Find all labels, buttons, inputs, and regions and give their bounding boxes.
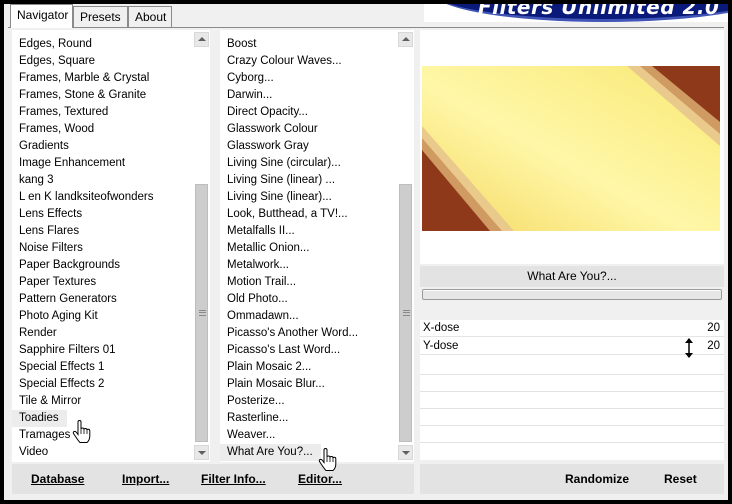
app-banner: Filters Unlimited 2.0 bbox=[424, 4, 728, 22]
category-list-item[interactable]: Sapphire Filters 01 bbox=[12, 342, 194, 359]
filter-list-item[interactable]: Glasswork Colour bbox=[220, 121, 398, 138]
divider bbox=[420, 391, 724, 392]
parameter-panel: X-dose 20 Y-dose 20 bbox=[420, 320, 724, 460]
grip-icon bbox=[199, 310, 206, 316]
category-list-item[interactable]: Lens Effects bbox=[12, 206, 194, 223]
category-list-item[interactable]: Edges, Square bbox=[12, 53, 194, 70]
param-label: X-dose bbox=[423, 322, 460, 334]
category-list-item[interactable]: Tile & Mirror bbox=[12, 393, 194, 410]
filter-list-item[interactable]: Posterize... bbox=[220, 393, 398, 410]
category-list-item[interactable]: Special Effects 2 bbox=[12, 376, 194, 393]
category-list-item[interactable]: Photo Aging Kit bbox=[12, 308, 194, 325]
category-list-item[interactable]: Image Enhancement bbox=[12, 155, 194, 172]
category-scroll-thumb[interactable] bbox=[195, 184, 208, 442]
filters-unlimited-window: Navigator Presets About Filters Unlimite… bbox=[0, 0, 732, 504]
filter-list-item[interactable]: Motion Trail... bbox=[220, 274, 398, 291]
reset-button[interactable]: Reset bbox=[664, 472, 697, 486]
filter-scroll-down-button[interactable] bbox=[398, 445, 413, 460]
category-list-item[interactable]: Paper Backgrounds bbox=[12, 257, 194, 274]
filter-list-item[interactable]: Glasswork Gray bbox=[220, 138, 398, 155]
filter-list-item[interactable]: Metalfalls II... bbox=[220, 223, 398, 240]
filter-list-item[interactable]: Look, Butthead, a TV!... bbox=[220, 206, 398, 223]
category-list-item[interactable]: Frames, Marble & Crystal bbox=[12, 70, 194, 87]
param-row-y-dose[interactable]: Y-dose 20 bbox=[420, 338, 724, 355]
filter-list-item[interactable]: Ommadawn... bbox=[220, 308, 398, 325]
divider bbox=[420, 425, 724, 426]
filter-list-item[interactable]: Metalwork... bbox=[220, 257, 398, 274]
filter-list-item[interactable]: Cyborg... bbox=[220, 70, 398, 87]
filter-list-item[interactable]: Darwin... bbox=[220, 87, 398, 104]
filter-list-item[interactable]: Picasso's Another Word... bbox=[220, 325, 398, 342]
filter-list-item[interactable]: Direct Opacity... bbox=[220, 104, 398, 121]
current-filter-name: What Are You?... bbox=[420, 266, 724, 287]
filter-list-item[interactable]: Living Sine (circular)... bbox=[220, 155, 398, 172]
preview-panel bbox=[420, 30, 724, 264]
category-list-item[interactable]: Frames, Textured bbox=[12, 104, 194, 121]
filter-info-button[interactable]: Filter Info... bbox=[201, 472, 266, 486]
param-value: 20 bbox=[707, 340, 720, 352]
category-scroll-up-button[interactable] bbox=[194, 32, 209, 47]
category-list-item[interactable]: Frames, Wood bbox=[12, 121, 194, 138]
category-list-item[interactable]: Paper Textures bbox=[12, 274, 194, 291]
filter-scroll-up-button[interactable] bbox=[398, 32, 413, 47]
divider bbox=[420, 374, 724, 375]
category-list-item[interactable]: Special Effects 1 bbox=[12, 359, 194, 376]
filter-list-item[interactable]: Living Sine (linear) ... bbox=[220, 172, 398, 189]
randomize-button[interactable]: Randomize bbox=[565, 472, 629, 486]
param-value: 20 bbox=[707, 322, 720, 334]
divider bbox=[420, 442, 724, 443]
category-list-item[interactable]: Gradients bbox=[12, 138, 194, 155]
param-label: Y-dose bbox=[423, 340, 459, 352]
filter-list-item[interactable]: Boost bbox=[220, 36, 398, 53]
category-list-item[interactable]: kang 3 bbox=[12, 172, 194, 189]
preview-image bbox=[422, 66, 720, 231]
filter-scroll-thumb[interactable] bbox=[399, 184, 412, 442]
tab-about[interactable]: About bbox=[128, 6, 172, 27]
editor-button[interactable]: Editor... bbox=[298, 472, 342, 486]
filter-list-item[interactable]: Weaver... bbox=[220, 427, 398, 444]
filter-list-item[interactable]: Crazy Colour Waves... bbox=[220, 53, 398, 70]
category-list-item[interactable]: Video bbox=[12, 444, 194, 461]
category-list-item[interactable]: L en K landksiteofwonders bbox=[12, 189, 194, 206]
resize-vertical-icon bbox=[685, 338, 693, 358]
tab-presets[interactable]: Presets bbox=[73, 6, 128, 27]
category-list-items: Edges, Round Edges, Square Frames, Marble … bbox=[12, 30, 194, 462]
category-list-item[interactable]: Frames, Stone & Granite bbox=[12, 87, 194, 104]
hand-cursor-icon bbox=[72, 420, 91, 443]
filter-list-item[interactable]: Living Sine (linear)... bbox=[220, 189, 398, 206]
bottom-toolbar-left: Database Import... Filter Info... Editor… bbox=[12, 464, 414, 494]
category-scrollbar[interactable] bbox=[194, 32, 209, 460]
database-button[interactable]: Database bbox=[31, 472, 84, 486]
category-list-item[interactable]: Render bbox=[12, 325, 194, 342]
filter-list-item[interactable]: Metallic Onion... bbox=[220, 240, 398, 257]
progress-bar bbox=[422, 289, 722, 300]
bottom-toolbar-right: Randomize Reset bbox=[420, 464, 724, 494]
category-list-item[interactable]: Toadies bbox=[12, 410, 67, 427]
filter-list[interactable]: Boost Crazy Colour Waves... Cyborg... Darwi… bbox=[220, 30, 414, 462]
app-title: Filters Unlimited 2.0 bbox=[478, 4, 720, 19]
category-list-item[interactable]: Tramages bbox=[12, 427, 194, 444]
hand-cursor-icon bbox=[318, 448, 337, 471]
filter-list-item[interactable]: Picasso's Last Word... bbox=[220, 342, 398, 359]
tab-divider bbox=[8, 27, 724, 28]
category-list-item[interactable]: Edges, Round bbox=[12, 36, 194, 53]
filter-list-item[interactable]: Plain Mosaic 2... bbox=[220, 359, 398, 376]
category-list[interactable]: Edges, Round Edges, Square Frames, Marble … bbox=[12, 30, 210, 462]
param-row-x-dose[interactable]: X-dose 20 bbox=[420, 320, 724, 337]
filter-list-items: Boost Crazy Colour Waves... Cyborg... Darwi… bbox=[220, 30, 398, 462]
filter-list-item[interactable]: Old Photo... bbox=[220, 291, 398, 308]
grip-icon bbox=[403, 310, 410, 316]
filter-scrollbar[interactable] bbox=[398, 32, 413, 460]
category-list-item[interactable]: Lens Flares bbox=[12, 223, 194, 240]
filter-list-item[interactable]: What Are You?... bbox=[220, 444, 321, 461]
import-button[interactable]: Import... bbox=[122, 472, 169, 486]
filter-list-item[interactable]: Rasterline... bbox=[220, 410, 398, 427]
category-list-item[interactable]: Pattern Generators bbox=[12, 291, 194, 308]
tab-navigator[interactable]: Navigator bbox=[10, 4, 73, 28]
category-scroll-down-button[interactable] bbox=[194, 445, 209, 460]
filter-list-item[interactable]: Plain Mosaic Blur... bbox=[220, 376, 398, 393]
category-list-item[interactable]: Noise Filters bbox=[12, 240, 194, 257]
divider bbox=[420, 408, 724, 409]
main-panel: Navigator Presets About Filters Unlimite… bbox=[4, 4, 728, 500]
